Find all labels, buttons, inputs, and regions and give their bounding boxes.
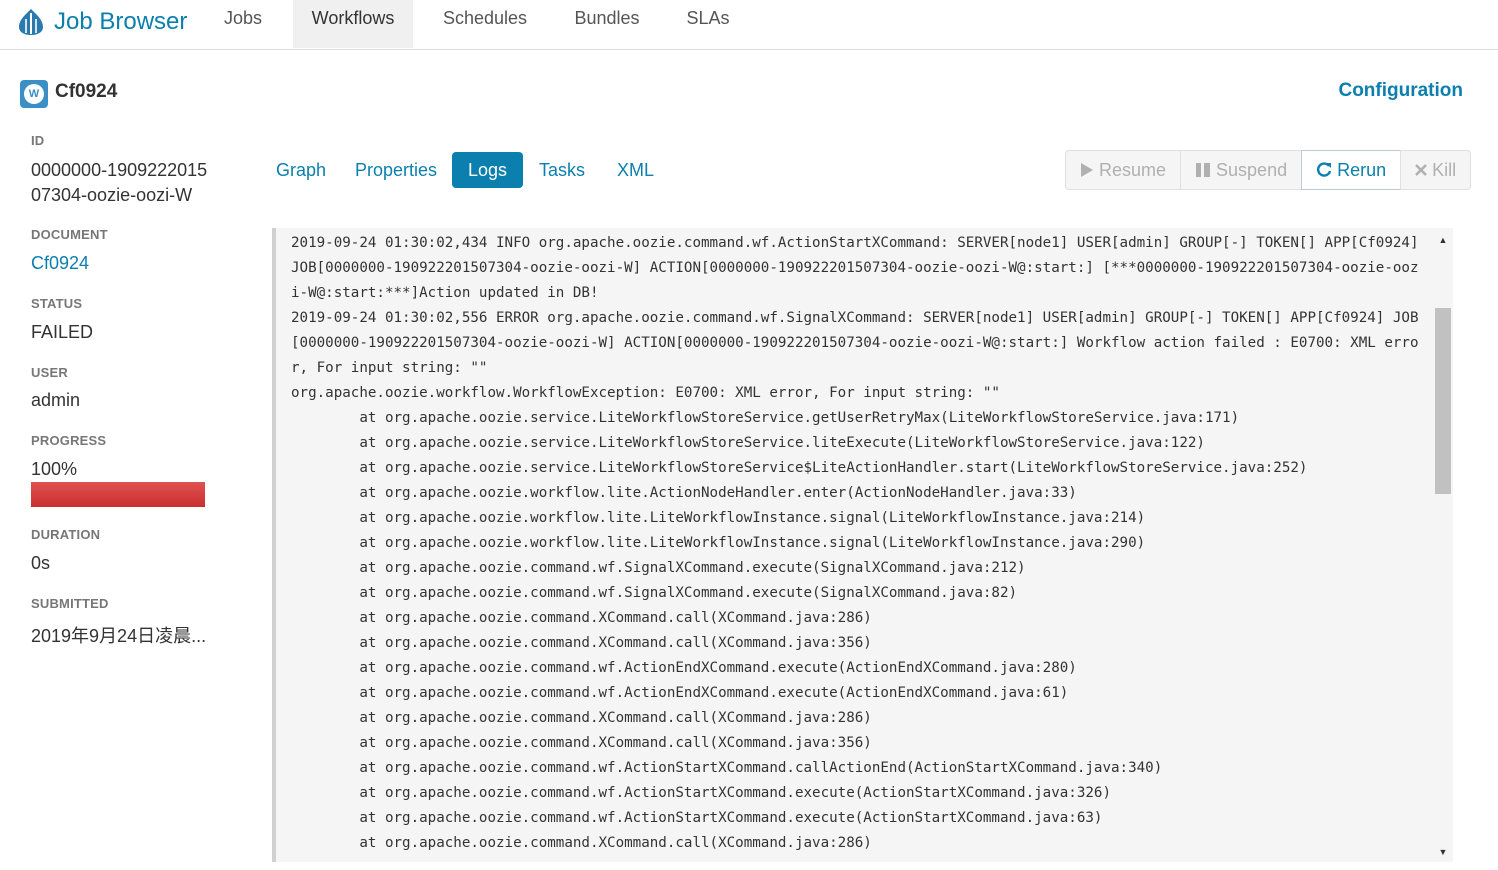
- rerun-button[interactable]: Rerun: [1301, 150, 1402, 190]
- kill-button[interactable]: Kill: [1400, 150, 1472, 190]
- resume-label: Resume: [1099, 159, 1167, 180]
- log-line: at org.apache.oozie.command.wf.SignalXCo…: [291, 585, 1018, 601]
- user-value: admin: [31, 390, 81, 410]
- log-line: at org.apache.oozie.command.XCommand.cal…: [291, 710, 872, 726]
- document-link[interactable]: Cf0924: [31, 253, 89, 274]
- log-line: at org.apache.oozie.workflow.lite.LiteWo…: [291, 510, 1146, 526]
- log-panel[interactable]: 07304-oozie-oozi-W@start:] Action status…: [272, 228, 1453, 862]
- log-line: at org.apache.oozie.command.wf.ActionSta…: [291, 785, 1112, 801]
- brand-title: Job Browser: [54, 8, 188, 35]
- pause-icon: [1195, 162, 1211, 178]
- refresh-icon: [1316, 162, 1332, 178]
- tab-properties[interactable]: Properties: [339, 152, 453, 188]
- log-line: at org.apache.oozie.service.LiteWorkflow…: [291, 410, 1240, 426]
- log-line: at org.apache.oozie.command.wf.SignalXCo…: [291, 560, 1026, 576]
- nav-tab-label: Jobs: [223, 7, 263, 28]
- resume-button[interactable]: Resume: [1065, 150, 1182, 190]
- brand[interactable]: Job Browser: [16, 6, 187, 38]
- id-value: 0000000-190922201507304-oozie-oozi-W: [31, 160, 208, 205]
- submitted-value: 2019年9月24日凌晨...: [31, 626, 207, 646]
- log-line: at org.apache.oozie.command.XCommand.cal…: [291, 835, 872, 851]
- progress-value: 100%: [31, 459, 78, 479]
- nav-tab-label: SLAs: [686, 7, 730, 28]
- log-line: at org.apache.oozie.command.wf.ActionSta…: [291, 810, 1103, 826]
- log-line: at org.apache.oozie.command.wf.ActionEnd…: [291, 685, 1069, 701]
- log-line: at org.apache.oozie.workflow.lite.Action…: [291, 485, 1077, 501]
- submitted-label: SUBMITTED: [31, 596, 109, 611]
- user-label: USER: [31, 365, 68, 380]
- scroll-down-icon[interactable]: ▼: [1437, 846, 1449, 858]
- log-scrollbar[interactable]: ▲ ▼: [1433, 228, 1453, 862]
- workflow-badge-letter: W: [24, 84, 44, 104]
- scroll-thumb[interactable]: [1435, 308, 1451, 494]
- nav-tab-bundles[interactable]: Bundles: [556, 0, 658, 48]
- suspend-label: Suspend: [1216, 159, 1288, 180]
- duration-label: DURATION: [31, 527, 101, 542]
- log-line: at org.apache.oozie.command.wf.ActionEnd…: [291, 660, 1077, 676]
- log-line: 2019-09-24 01:30:02,556 ERROR org.apache…: [291, 310, 1419, 376]
- log-line: at org.apache.oozie.service.LiteWorkflow…: [291, 460, 1308, 476]
- progress-label: PROGRESS: [31, 433, 107, 448]
- workflow-actions: Resume Suspend Rerun Kill: [1065, 150, 1472, 190]
- tab-graph[interactable]: Graph: [260, 152, 342, 188]
- nav-tab-workflows[interactable]: Workflows: [293, 0, 413, 48]
- nav-tab-slas[interactable]: SLAs: [670, 0, 746, 48]
- document-label: DOCUMENT: [31, 227, 108, 242]
- close-icon: [1415, 164, 1428, 176]
- log-line: org.apache.oozie.workflow.WorkflowExcept…: [291, 385, 1000, 401]
- log-line: 2019-09-24 01:30:02,434 INFO org.apache.…: [291, 235, 1428, 301]
- tab-logs[interactable]: Logs: [452, 152, 524, 188]
- kill-label: Kill: [1432, 159, 1457, 180]
- tab-label: Graph: [276, 159, 327, 180]
- log-line: at org.apache.oozie.workflow.lite.LiteWo…: [291, 535, 1146, 551]
- nav-tab-jobs[interactable]: Jobs: [204, 0, 282, 48]
- log-line: at org.apache.oozie.service.LiteWorkflow…: [291, 435, 1205, 451]
- workflow-name: Cf0924: [55, 81, 118, 102]
- id-label: ID: [31, 133, 45, 148]
- status-label: STATUS: [31, 296, 83, 311]
- duration-value: 0s: [31, 553, 51, 573]
- tab-label: Tasks: [539, 159, 586, 180]
- scroll-up-icon[interactable]: ▲: [1437, 234, 1449, 246]
- nav-tab-label: Bundles: [574, 7, 640, 28]
- log-line: at org.apache.oozie.command.wf.ActionSta…: [291, 760, 1163, 776]
- tab-tasks[interactable]: Tasks: [523, 152, 601, 188]
- tab-label: XML: [617, 159, 655, 180]
- log-text: 07304-oozie-oozi-W@start:] Action status…: [291, 228, 1421, 856]
- top-navbar: Job Browser Jobs Workflows Schedules Bun…: [0, 0, 1498, 50]
- log-line: at org.apache.oozie.command.XCommand.cal…: [291, 610, 872, 626]
- log-line: at org.apache.oozie.command.XCommand.cal…: [291, 635, 872, 651]
- progress-bar-fill: [31, 482, 205, 507]
- suspend-button[interactable]: Suspend: [1180, 150, 1303, 190]
- tab-xml[interactable]: XML: [601, 152, 670, 188]
- rerun-label: Rerun: [1337, 159, 1387, 180]
- nav-tab-label: Workflows: [311, 7, 395, 28]
- tab-label: Properties: [355, 159, 438, 180]
- log-line: at org.apache.oozie.command.XCommand.cal…: [291, 735, 872, 751]
- progress-bar: [31, 482, 205, 507]
- nav-tab-label: Schedules: [442, 7, 528, 28]
- workflow-type-icon: W: [20, 80, 48, 108]
- tab-label: Logs: [468, 159, 508, 180]
- play-icon: [1080, 162, 1094, 178]
- hue-logo-icon: [19, 9, 43, 35]
- nav-tab-schedules[interactable]: Schedules: [425, 0, 545, 48]
- configuration-link[interactable]: Configuration: [1338, 80, 1463, 102]
- status-value: FAILED: [31, 322, 94, 342]
